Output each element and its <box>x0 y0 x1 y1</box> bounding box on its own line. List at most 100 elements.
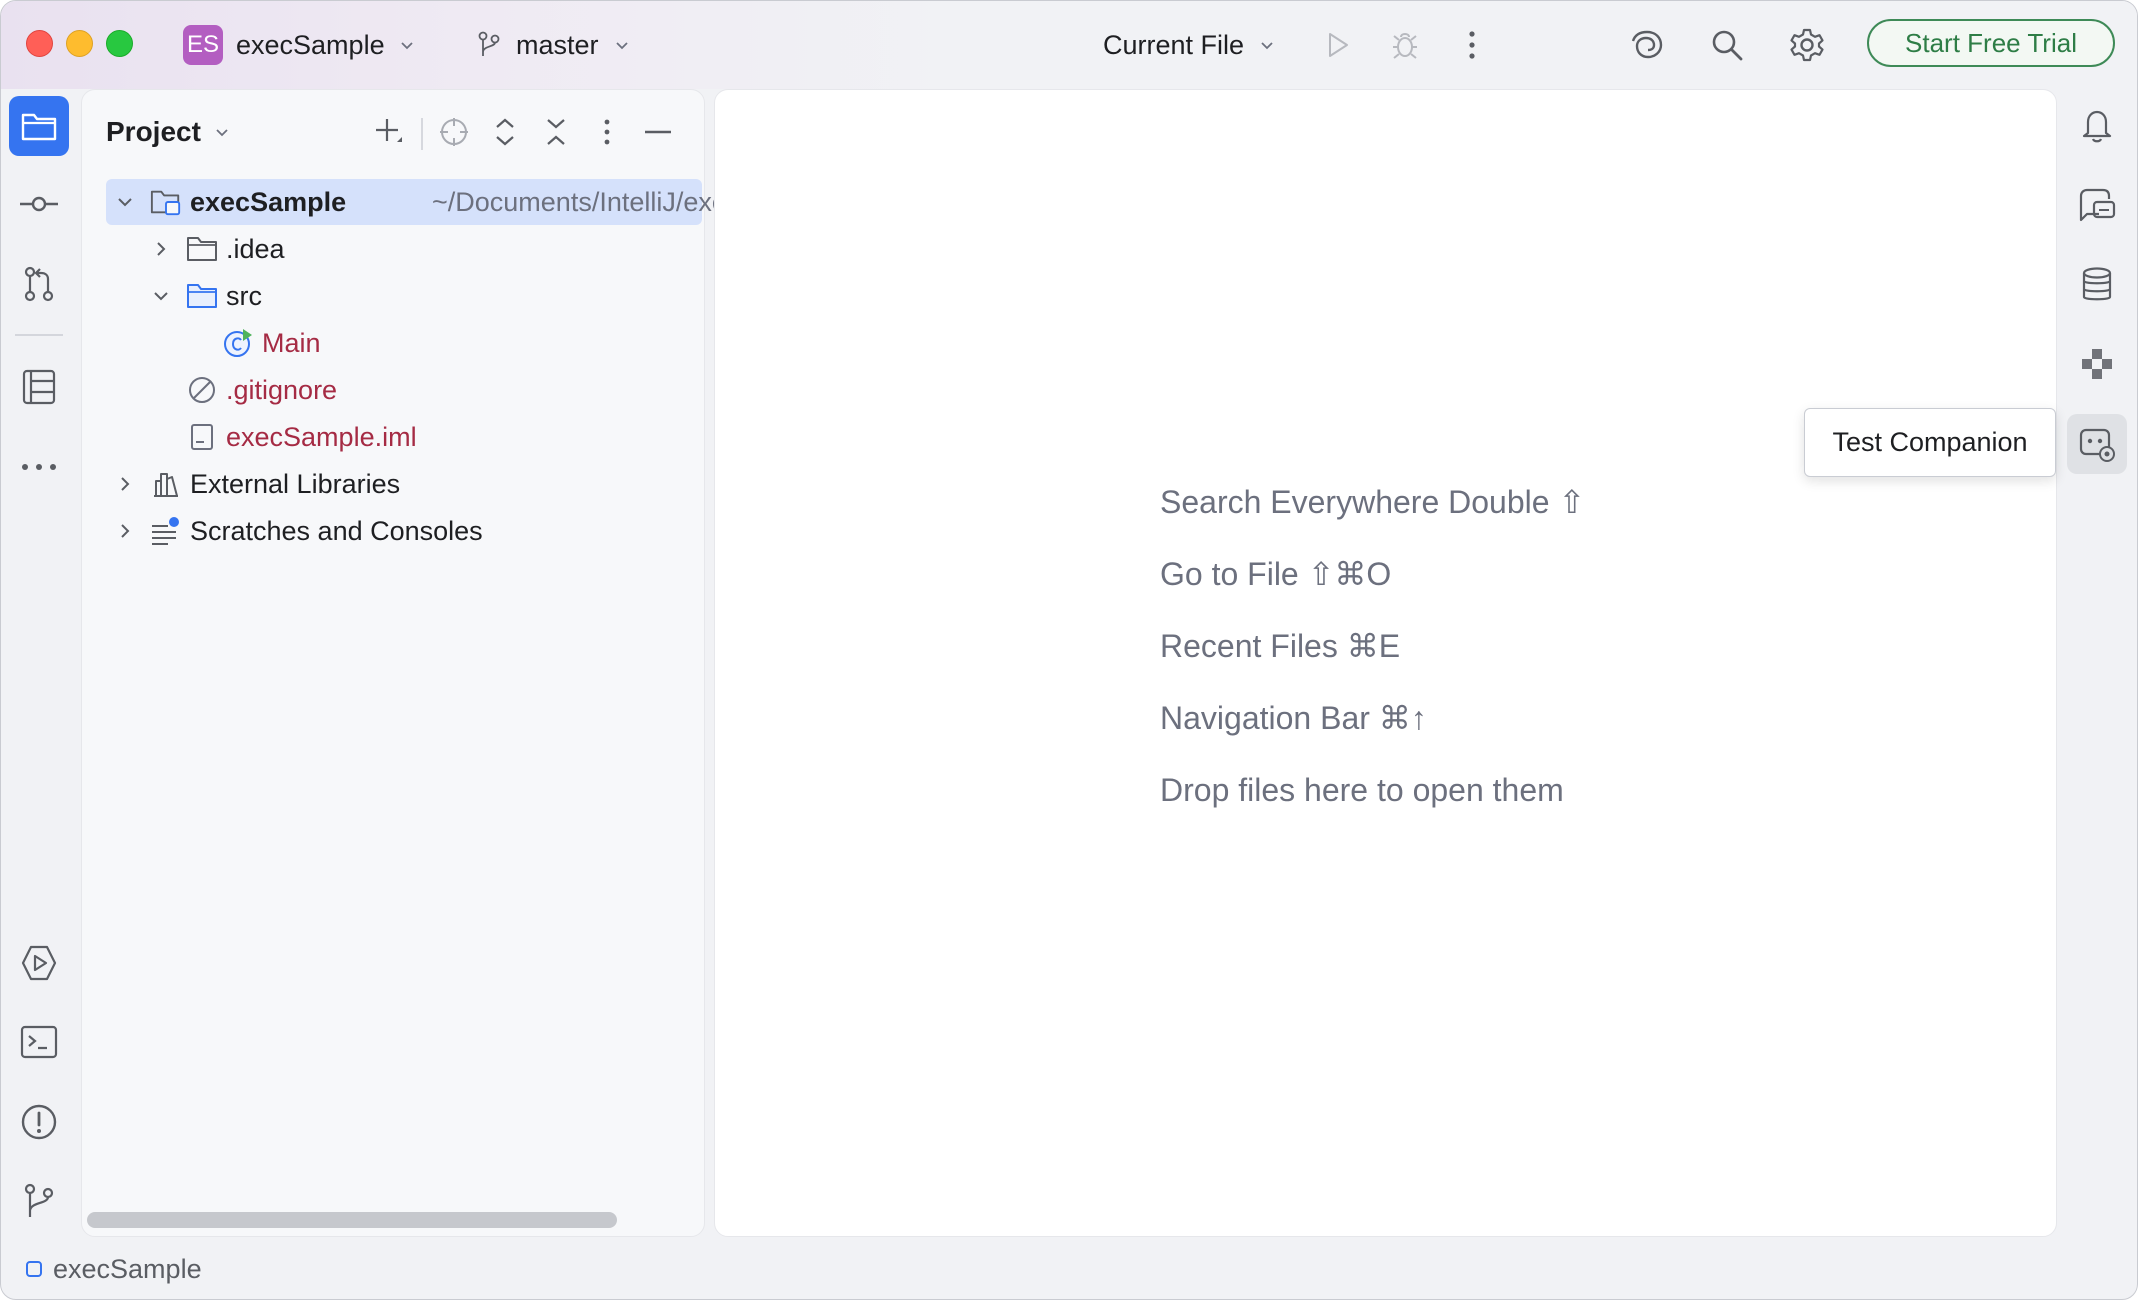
close-window-button[interactable] <box>26 30 53 57</box>
tree-item-gitignore[interactable]: .gitignore <box>106 367 706 413</box>
target-icon <box>440 118 468 146</box>
chevron-right-icon[interactable] <box>114 520 136 542</box>
project-badge: ES <box>183 25 223 65</box>
tree-item-main[interactable]: Main <box>106 320 706 366</box>
start-free-trial-button[interactable]: Start Free Trial <box>1867 19 2115 67</box>
run-configuration-label: Current File <box>1103 29 1245 60</box>
project-view-selector[interactable]: Project <box>106 112 231 152</box>
ai-chat-tool-button[interactable] <box>2067 175 2127 235</box>
debug-button[interactable] <box>1385 25 1425 65</box>
folder-icon <box>186 233 218 265</box>
minimize-window-button[interactable] <box>66 30 93 57</box>
tree-item-src[interactable]: src <box>106 273 706 319</box>
tree-item-external-libraries[interactable]: External Libraries <box>106 461 706 507</box>
ide-window: ES execSample master Current File Start … <box>0 0 2138 1300</box>
tree-label-external-libraries: External Libraries <box>190 468 401 499</box>
tree-label-iml: execSample.iml <box>226 421 417 452</box>
module-icon <box>26 1261 42 1277</box>
notifications-tool-button[interactable] <box>2067 95 2127 155</box>
search-icon <box>1712 30 1743 61</box>
minimize-icon <box>645 130 671 134</box>
run-services-icon <box>21 945 57 981</box>
chevron-down-icon <box>216 129 228 137</box>
editor-empty-area[interactable]: Search Everywhere Double ⇧ Go to File ⇧⌘… <box>714 89 2057 1237</box>
terminal-tool-button[interactable] <box>9 1012 69 1072</box>
horizontal-dots-icon <box>22 464 56 470</box>
chevron-down-icon[interactable] <box>114 191 136 213</box>
chevron-down-icon[interactable] <box>150 285 172 307</box>
hide-panel-button[interactable] <box>638 112 678 152</box>
ai-spiral-icon <box>1631 30 1663 59</box>
title-bar: ES execSample master Current File Start … <box>1 1 2137 89</box>
git-branch-icon <box>24 1183 54 1217</box>
zoom-window-button[interactable] <box>106 30 133 57</box>
expand-all-button[interactable] <box>485 112 525 152</box>
git-tool-button[interactable] <box>9 1171 69 1231</box>
module-folder-icon <box>150 186 182 218</box>
project-tool-button[interactable] <box>9 96 69 156</box>
source-folder-icon <box>186 280 218 312</box>
search-everywhere-button[interactable] <box>1707 25 1747 65</box>
tree-label-scratches: Scratches and Consoles <box>190 515 483 546</box>
chevron-down-icon <box>615 42 628 50</box>
folder-icon <box>21 113 57 141</box>
horizontal-scrollbar[interactable] <box>87 1212 617 1228</box>
panel-options-button[interactable] <box>587 112 627 152</box>
problems-tool-button[interactable] <box>9 1092 69 1152</box>
problems-icon <box>21 1104 57 1140</box>
commit-tool-button[interactable] <box>9 174 69 234</box>
hint-drop-files: Drop files here to open them <box>1160 772 1564 808</box>
vertical-dots-icon <box>604 119 610 145</box>
tree-item-idea[interactable]: .idea <box>106 226 706 272</box>
project-switcher[interactable]: ES execSample <box>183 25 416 65</box>
more-tool-windows-button[interactable] <box>9 437 69 497</box>
puzzle-icon <box>2082 349 2112 379</box>
new-file-button[interactable] <box>369 112 409 152</box>
branch-icon <box>478 31 500 56</box>
settings-button[interactable] <box>1787 25 1827 65</box>
tree-label-main: Main <box>262 327 321 358</box>
bell-icon <box>2082 110 2112 143</box>
pull-request-icon <box>24 266 54 302</box>
run-button[interactable] <box>1317 25 1357 65</box>
expand-all-icon <box>496 118 514 146</box>
status-bar-breadcrumb[interactable]: execSample <box>25 1251 202 1287</box>
more-actions-button[interactable] <box>1452 25 1492 65</box>
vertical-dots-icon <box>1469 31 1475 59</box>
ignore-file-icon <box>186 374 218 406</box>
plugin-tool-button[interactable] <box>2067 334 2127 394</box>
terminal-icon <box>20 1025 58 1059</box>
scratches-icon <box>150 515 182 547</box>
project-tool-window: Project execSample ~/Documents/IntelliJ/… <box>81 89 773 1237</box>
tree-item-scratches[interactable]: Scratches and Consoles <box>106 508 706 554</box>
gear-icon <box>1790 28 1824 62</box>
collapse-all-icon <box>547 119 565 145</box>
test-companion-tool-button[interactable] <box>2067 414 2127 474</box>
database-icon <box>2082 267 2112 301</box>
structure-tool-button[interactable] <box>9 357 69 417</box>
run-configuration-selector[interactable]: Current File <box>1103 25 1276 65</box>
chevron-right-icon[interactable] <box>114 473 136 495</box>
tree-item-project-root[interactable]: execSample ~/Documents/IntelliJ/execSa <box>106 179 773 225</box>
pull-requests-tool-button[interactable] <box>9 254 69 314</box>
java-class-run-icon <box>222 327 254 359</box>
ai-chat-icon <box>2079 188 2116 222</box>
robot-gear-icon <box>2079 428 2115 462</box>
ai-assistant-button[interactable] <box>1627 25 1667 65</box>
chevron-right-icon[interactable] <box>150 238 172 260</box>
chevron-down-icon <box>400 42 413 50</box>
project-name: execSample <box>236 29 385 60</box>
tree-item-iml[interactable]: execSample.iml <box>106 414 706 460</box>
libraries-icon <box>150 468 182 500</box>
commit-icon <box>20 196 58 212</box>
select-opened-file-button[interactable] <box>434 112 474 152</box>
tree-label-project-root: execSample <box>190 186 347 217</box>
collapse-all-button[interactable] <box>536 112 576 152</box>
tree-label-src: src <box>226 280 262 311</box>
plus-icon <box>376 119 402 142</box>
hint-search-everywhere: Search Everywhere Double ⇧ <box>1160 484 1586 520</box>
branch-switcher[interactable]: master <box>476 25 631 65</box>
database-tool-button[interactable] <box>2067 255 2127 315</box>
services-tool-button[interactable] <box>9 933 69 993</box>
play-icon <box>1329 33 1348 57</box>
